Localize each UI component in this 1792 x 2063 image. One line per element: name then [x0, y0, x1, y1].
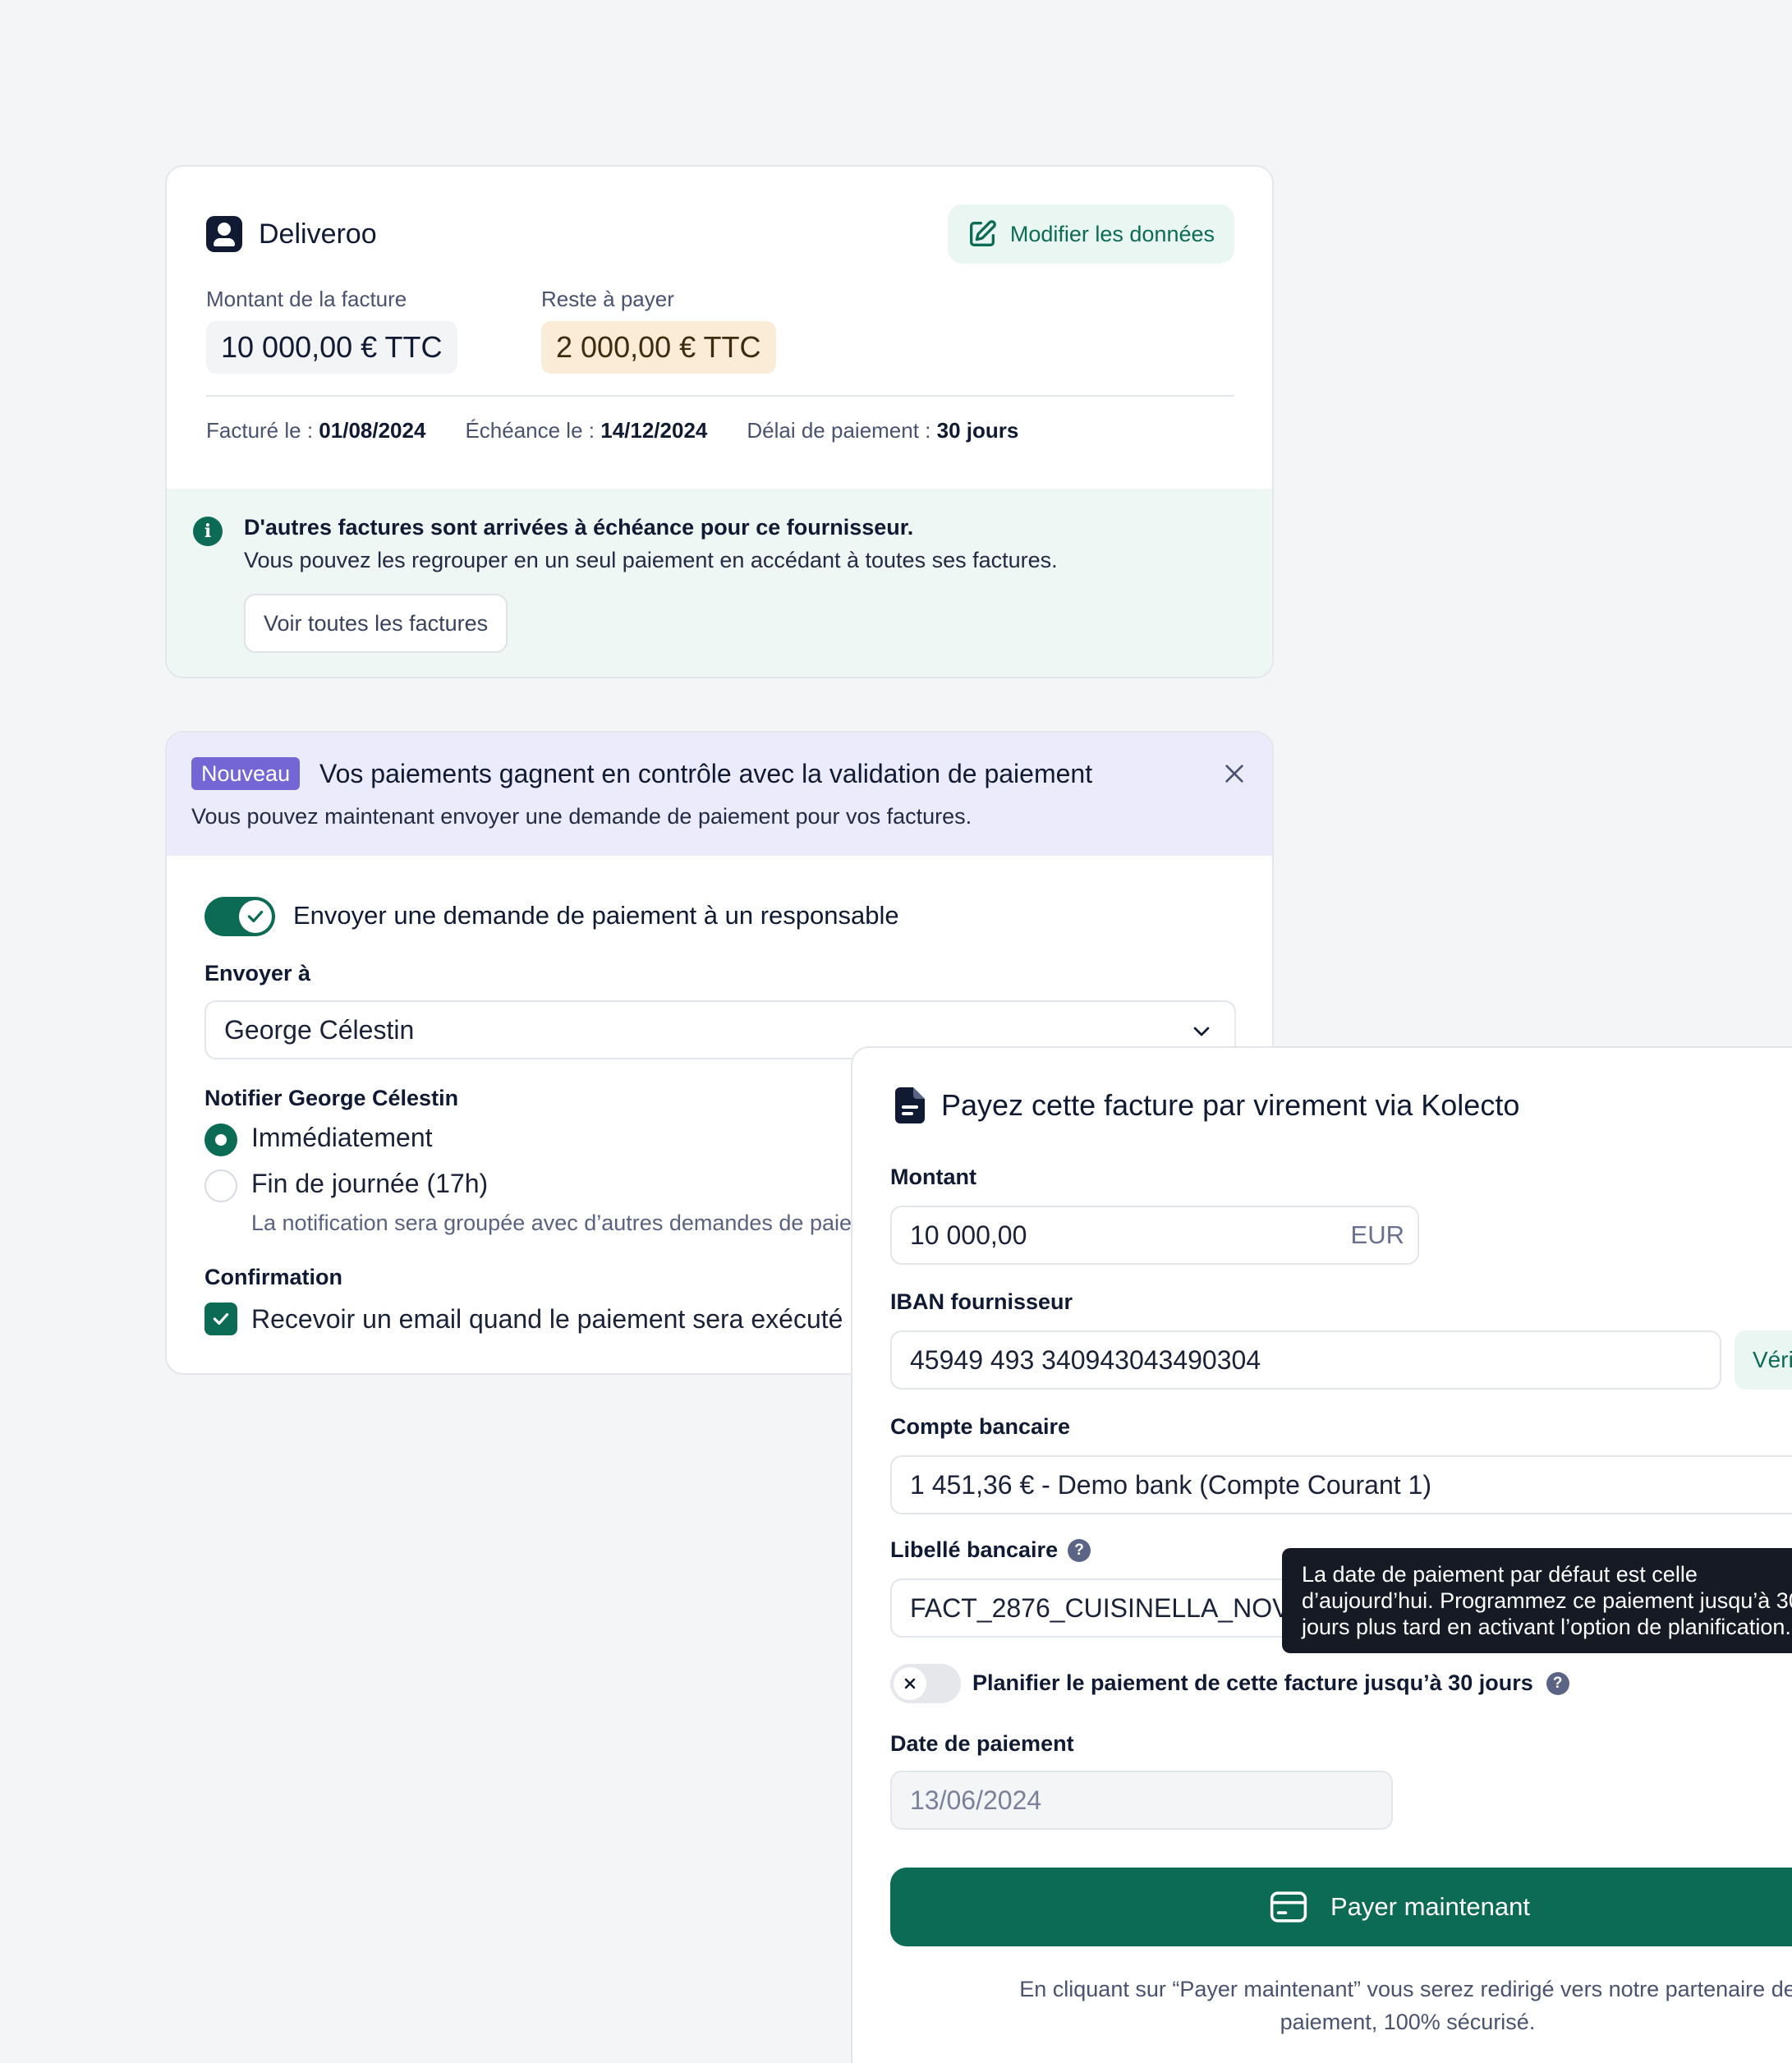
divider	[206, 395, 1234, 397]
end-of-day-hint: La notification sera groupée avec d’autr…	[251, 1211, 902, 1235]
close-icon	[904, 1678, 916, 1689]
chevron-down-icon	[1193, 1027, 1210, 1036]
approval-toggle[interactable]	[204, 897, 275, 936]
toggle-knob	[239, 900, 272, 933]
payment-header: Payez cette facture par virement via Kol…	[895, 1087, 1519, 1123]
tooltip-line: jours plus tard en activant l’option de …	[1302, 1615, 1791, 1639]
radio-immediate-label: Immédiatement	[251, 1123, 433, 1152]
document-icon	[895, 1087, 925, 1123]
help-circle-icon[interactable]: ?	[1546, 1671, 1569, 1695]
amount-label: Montant de la facture	[206, 287, 407, 311]
amount-field-label: Montant	[890, 1165, 976, 1189]
credit-card-icon	[1270, 1891, 1307, 1923]
overdue-info-banner: i D'autres factures sont arrivées à éché…	[167, 489, 1272, 677]
amount-input-value: 10 000,00	[910, 1220, 1027, 1250]
payment-date-input: 13/06/2024	[890, 1771, 1393, 1830]
edit-data-label: Modifier les données	[1009, 221, 1215, 246]
amount-input[interactable]: 10 000,00 EUR	[890, 1206, 1419, 1265]
approval-toggle-label: Envoyer une demande de paiement à un res…	[293, 901, 899, 930]
close-icon[interactable]	[1221, 760, 1248, 787]
payment-delay-value: 30 jours	[936, 418, 1019, 443]
edit-data-button[interactable]: Modifier les données	[947, 204, 1234, 264]
payment-title: Payez cette facture par virement via Kol…	[941, 1088, 1520, 1122]
bank-label-value: FACT_2876_CUISINELLA_NOVA	[910, 1592, 1306, 1623]
verify-iban-button[interactable]: Vérifier	[1735, 1330, 1792, 1390]
bank-account-select[interactable]: 1 451,36 € - Demo bank (Compte Courant 1…	[890, 1455, 1792, 1514]
bank-label-label: Libellé bancaire ?	[890, 1537, 1091, 1563]
send-to-label: Envoyer à	[204, 961, 311, 986]
payment-date-tooltip: La date de paiement par défaut est celle…	[1282, 1548, 1792, 1653]
promo-title: Vos paiements gagnent en contrôle avec l…	[319, 759, 1093, 788]
confirmation-checkbox[interactable]	[204, 1303, 237, 1335]
send-to-value: George Célestin	[224, 1014, 415, 1045]
confirmation-label: Confirmation	[204, 1265, 342, 1289]
radio-end-of-day-label: Fin de journée (17h)	[251, 1169, 489, 1198]
info-title: D'autres factures sont arrivées à échéan…	[244, 515, 914, 540]
payment-date-value: 13/06/2024	[910, 1785, 1042, 1815]
toggle-knob	[894, 1667, 926, 1700]
iban-input-value: 45949 493 340943043490304	[910, 1344, 1261, 1375]
payment-delay-label: Délai de paiement :	[747, 418, 931, 443]
help-circle-icon[interactable]: ?	[1068, 1538, 1091, 1562]
invoiced-date-value: 01/08/2024	[319, 418, 426, 443]
payment-disclaimer: En cliquant sur “Payer maintenant” vous …	[1019, 1977, 1792, 2034]
remaining-value: 2 000,00 € TTC	[541, 321, 776, 374]
invoiced-date: Facturé le : 01/08/2024	[206, 418, 425, 443]
radio-immediate[interactable]	[204, 1123, 237, 1156]
info-icon: i	[193, 517, 223, 546]
supplier-name: Deliveroo	[259, 218, 377, 250]
due-date: Échéance le : 14/12/2024	[465, 418, 707, 443]
confirmation-checkbox-label: Recevoir un email quand le paiement sera…	[251, 1304, 843, 1334]
payment-delay: Délai de paiement : 30 jours	[747, 418, 1018, 443]
remaining-label: Reste à payer	[541, 287, 674, 311]
new-badge: Nouveau	[191, 757, 301, 790]
supplier-header: Deliveroo	[206, 216, 377, 252]
invoice-card: Deliveroo Modifier les données Montant d…	[165, 165, 1274, 678]
bank-account-label: Compte bancaire	[890, 1414, 1071, 1439]
iban-input[interactable]: 45949 493 340943043490304	[890, 1330, 1721, 1390]
pay-now-label: Payer maintenant	[1330, 1892, 1530, 1921]
radio-end-of-day[interactable]	[204, 1169, 237, 1202]
info-text: Vous pouvez les regrouper en un seul pai…	[244, 548, 1058, 572]
due-date-label: Échéance le :	[465, 418, 595, 443]
iban-label: IBAN fournisseur	[890, 1289, 1073, 1314]
check-icon	[247, 910, 264, 923]
invoiced-date-label: Facturé le :	[206, 418, 314, 443]
amount-value: 10 000,00 € TTC	[206, 321, 457, 374]
see-all-invoices-button[interactable]: Voir toutes les factures	[244, 594, 508, 653]
notify-label: Notifier George Célestin	[204, 1086, 459, 1110]
new-feature-banner: Nouveau Vos paiements gagnent en contrôl…	[167, 733, 1272, 856]
edit-square-icon	[969, 220, 996, 246]
schedule-toggle[interactable]	[890, 1664, 961, 1703]
pay-now-button[interactable]: Payer maintenant	[890, 1868, 1792, 1946]
user-badge-icon	[206, 216, 242, 252]
schedule-label: Planifier le paiement de cette facture j…	[972, 1670, 1569, 1696]
schedule-label-text: Planifier le paiement de cette facture j…	[972, 1670, 1533, 1695]
payment-date-label: Date de paiement	[890, 1731, 1074, 1756]
promo-text: Vous pouvez maintenant envoyer une deman…	[191, 804, 972, 829]
tooltip-line: d’aujourd’hui. Programmez ce paiement ju…	[1302, 1588, 1792, 1613]
check-icon	[213, 1312, 229, 1326]
bank-label-text: Libellé bancaire	[890, 1537, 1059, 1562]
due-date-value: 14/12/2024	[600, 418, 708, 443]
bank-account-value: 1 451,36 € - Demo bank (Compte Courant 1…	[910, 1469, 1431, 1500]
currency-suffix: EUR	[1350, 1220, 1404, 1249]
invoice-dates: Facturé le : 01/08/2024 Échéance le : 14…	[206, 418, 1018, 443]
tooltip-line: La date de paiement par défaut est celle	[1302, 1562, 1698, 1587]
